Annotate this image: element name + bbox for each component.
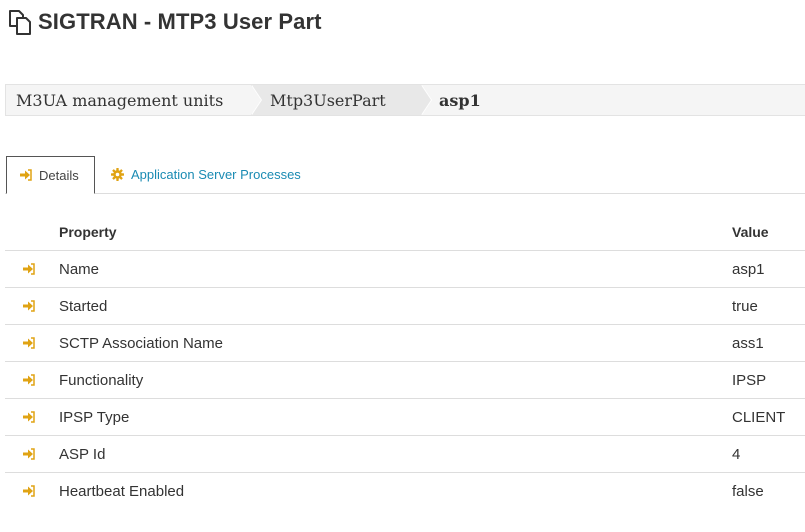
sign-in-icon (23, 300, 35, 312)
tab-application-server-processes[interactable]: Application Server Processes (111, 156, 301, 193)
column-header-value: Value (732, 214, 805, 251)
properties-table: Property Value Name asp1 Started true SC… (5, 214, 805, 509)
sign-in-icon (23, 485, 35, 497)
copy-documents-icon (9, 10, 31, 35)
property-name: Heartbeat Enabled (59, 482, 185, 500)
tab-details[interactable]: Details (6, 156, 95, 194)
sign-in-icon (23, 337, 35, 349)
property-name: Name (59, 250, 732, 288)
tab-bar: Details Application Server Processes (5, 156, 805, 194)
table-row: IPSP Type CLIENT (5, 398, 805, 436)
property-value: CLIENT (732, 398, 805, 436)
sign-in-icon (23, 411, 35, 423)
sign-in-icon (20, 169, 32, 181)
property-name: Started (59, 287, 732, 325)
property-name: SCTP Association Name (59, 324, 732, 362)
breadcrumb-label: M3UA management units (16, 90, 224, 110)
gear-icon (111, 168, 124, 181)
breadcrumb: M3UA management units Mtp3UserPart asp1 (5, 84, 805, 116)
property-value: 4 (732, 435, 805, 473)
property-name: IPSP Type (59, 398, 732, 436)
property-value: true (732, 287, 805, 325)
breadcrumb-item-m3ua-units[interactable]: M3UA management units (6, 85, 262, 115)
table-row: ASP Id 4 (5, 435, 805, 473)
breadcrumb-label: asp1 (439, 90, 481, 110)
tab-label: Application Server Processes (131, 167, 301, 182)
table-header-row: Property Value (5, 214, 805, 251)
sign-in-icon (23, 263, 35, 275)
property-name: Functionality (59, 361, 732, 399)
tab-label: Details (39, 167, 79, 183)
table-row: Started true (5, 287, 805, 325)
breadcrumb-label: Mtp3UserPart (270, 90, 386, 110)
table-row: Heartbeat Enabled false (5, 473, 805, 510)
column-header-property: Property (59, 214, 732, 251)
property-value: IPSP (732, 361, 805, 399)
property-name: ASP Id (59, 435, 732, 473)
breadcrumb-item-mtp3userpart[interactable]: Mtp3UserPart (251, 85, 432, 115)
table-row: SCTP Association Name ass1 (5, 324, 805, 362)
property-value: asp1 (732, 250, 805, 288)
page-title: SIGTRAN - MTP3 User Part (38, 9, 322, 34)
property-value: ass1 (732, 324, 805, 362)
table-row: Name asp1 (5, 250, 805, 288)
table-body: Name asp1 Started true SCTP Association … (5, 250, 805, 510)
sign-in-icon (23, 374, 35, 386)
table-row: Functionality IPSP (5, 361, 805, 399)
page-header: SIGTRAN - MTP3 User Part (6, 6, 322, 38)
sign-in-icon (23, 448, 35, 460)
property-value: false (732, 482, 764, 500)
